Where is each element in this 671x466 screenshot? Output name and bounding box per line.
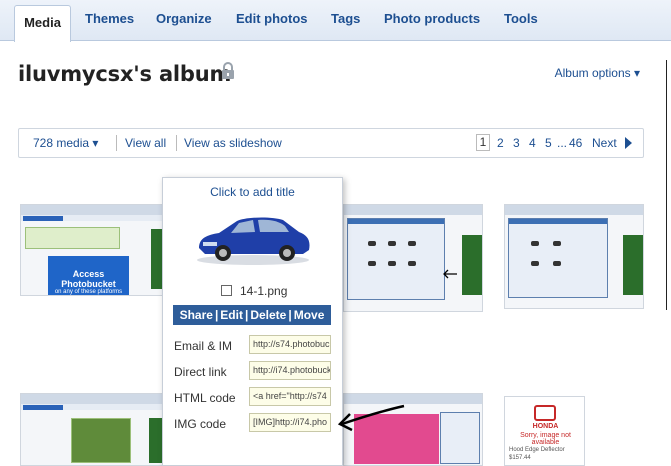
- email-im-label: Email & IM: [174, 339, 233, 353]
- file-dialog: [508, 218, 608, 298]
- access-photobucket-banner: Access Photobucket on any of these platf…: [48, 256, 129, 295]
- photo-thumbnail[interactable]: [343, 204, 483, 312]
- photo-thumbnail[interactable]: Access Photobucket on any of these platf…: [20, 204, 163, 296]
- toolbar-divider: [116, 135, 117, 151]
- side-ad: [623, 235, 643, 295]
- email-im-field[interactable]: http://s74.photobucket: [249, 335, 331, 354]
- img-code-label: IMG code: [174, 417, 227, 431]
- page-current[interactable]: 1: [476, 134, 490, 151]
- page-ellipsis: ...: [557, 136, 568, 150]
- annotation-arrow-icon: [337, 404, 405, 432]
- car-thumb: [408, 261, 416, 266]
- lock-icon: [222, 62, 234, 79]
- tab-tools[interactable]: Tools: [504, 11, 538, 26]
- next-arrow-icon[interactable]: [625, 137, 632, 149]
- car-thumb: [531, 241, 539, 246]
- html-code-field[interactable]: <a href="http://s74: [249, 387, 331, 406]
- car-thumb: [388, 241, 396, 246]
- action-divider: |: [214, 308, 219, 322]
- tab-edit-photos[interactable]: Edit photos: [236, 11, 308, 26]
- screenshot-titlebar: [344, 205, 482, 215]
- side-ad: [149, 418, 162, 463]
- access-banner-sub: on any of these platforms: [54, 289, 123, 295]
- page-link-3[interactable]: 3: [513, 136, 520, 150]
- action-bar: Share | Edit | Delete | Move: [173, 305, 331, 325]
- car-thumb: [553, 261, 561, 266]
- file-name: 14-1.png: [240, 284, 288, 298]
- access-banner-text: Access Photobucket: [61, 269, 116, 289]
- tab-organize[interactable]: Organize: [156, 11, 212, 26]
- direct-link-field[interactable]: http://i74.photobucket: [249, 361, 331, 380]
- photobucket-logo: [23, 405, 63, 410]
- screenshot-titlebar: [21, 205, 162, 215]
- img-code-field[interactable]: [IMG]http://i74.pho: [249, 413, 331, 432]
- next-page-link[interactable]: Next: [592, 136, 617, 150]
- top-tab-bar: Media Themes Organize Edit photos Tags P…: [0, 0, 671, 42]
- action-divider: |: [244, 308, 249, 322]
- car-thumb: [368, 261, 376, 266]
- media-toolbar: 728 media ▾ View all View as slideshow 1…: [18, 128, 644, 158]
- toolbar-divider: [176, 135, 177, 151]
- page-link-4[interactable]: 4: [529, 136, 536, 150]
- side-ad: [462, 235, 482, 295]
- media-count-dropdown[interactable]: 728 media ▾: [33, 136, 98, 150]
- honda-caption: Hood Edge Deflector: [509, 447, 565, 453]
- screen-edge: [666, 60, 667, 310]
- file-dialog: [440, 412, 480, 464]
- dialog-titlebar: [348, 219, 444, 224]
- file-select-row: 14-1.png: [221, 284, 287, 298]
- car-thumb: [368, 241, 376, 246]
- tab-media[interactable]: Media: [14, 5, 71, 42]
- album-title: iluvmycsx's album: [18, 62, 232, 86]
- photo-popup-card: Click to add title 14-1.png Share | Edit |…: [162, 177, 343, 466]
- photobucket-logo: [23, 216, 63, 221]
- car-photo[interactable]: [193, 208, 313, 266]
- html-code-label: HTML code: [174, 391, 236, 405]
- page-link-46[interactable]: 46: [569, 136, 582, 150]
- page-link-2[interactable]: 2: [497, 136, 504, 150]
- action-divider: |: [288, 308, 292, 322]
- honda-unavailable: Sorry, image not available: [520, 432, 571, 446]
- tab-photo-products[interactable]: Photo products: [384, 11, 480, 26]
- dialog-titlebar: [509, 219, 607, 224]
- screenshot-titlebar: [21, 394, 162, 404]
- file-checkbox[interactable]: [221, 285, 232, 296]
- honda-brand: HONDA: [532, 423, 559, 430]
- view-slideshow-link[interactable]: View as slideshow: [184, 136, 282, 150]
- annotation-arrow-icon: [443, 269, 457, 279]
- file-dialog: [347, 218, 445, 300]
- tab-tags[interactable]: Tags: [331, 11, 360, 26]
- edit-button[interactable]: Edit: [220, 308, 243, 322]
- tab-themes[interactable]: Themes: [85, 11, 134, 26]
- upload-confirm-box: [25, 227, 120, 249]
- screenshot-titlebar: [505, 205, 643, 215]
- car-thumb: [408, 241, 416, 246]
- page-link-5[interactable]: 5: [545, 136, 552, 150]
- move-button[interactable]: Move: [294, 308, 325, 322]
- car-thumb: [388, 261, 396, 266]
- share-button[interactable]: Share: [180, 308, 213, 322]
- direct-link-label: Direct link: [174, 365, 227, 379]
- promo-panel: [71, 418, 131, 463]
- view-all-link[interactable]: View all: [125, 136, 166, 150]
- photo-thumbnail[interactable]: [504, 204, 644, 309]
- delete-button[interactable]: Delete: [250, 308, 286, 322]
- car-thumb: [531, 261, 539, 266]
- add-title-link[interactable]: Click to add title: [163, 185, 342, 199]
- honda-logo-icon: [534, 405, 556, 421]
- honda-price: $157.44: [509, 455, 531, 461]
- car-thumb: [553, 241, 561, 246]
- photo-thumbnail[interactable]: [20, 393, 163, 466]
- photo-thumbnail-honda[interactable]: HONDA Sorry, image not available Hood Ed…: [504, 396, 585, 466]
- album-options-menu[interactable]: Album options ▾: [555, 66, 640, 80]
